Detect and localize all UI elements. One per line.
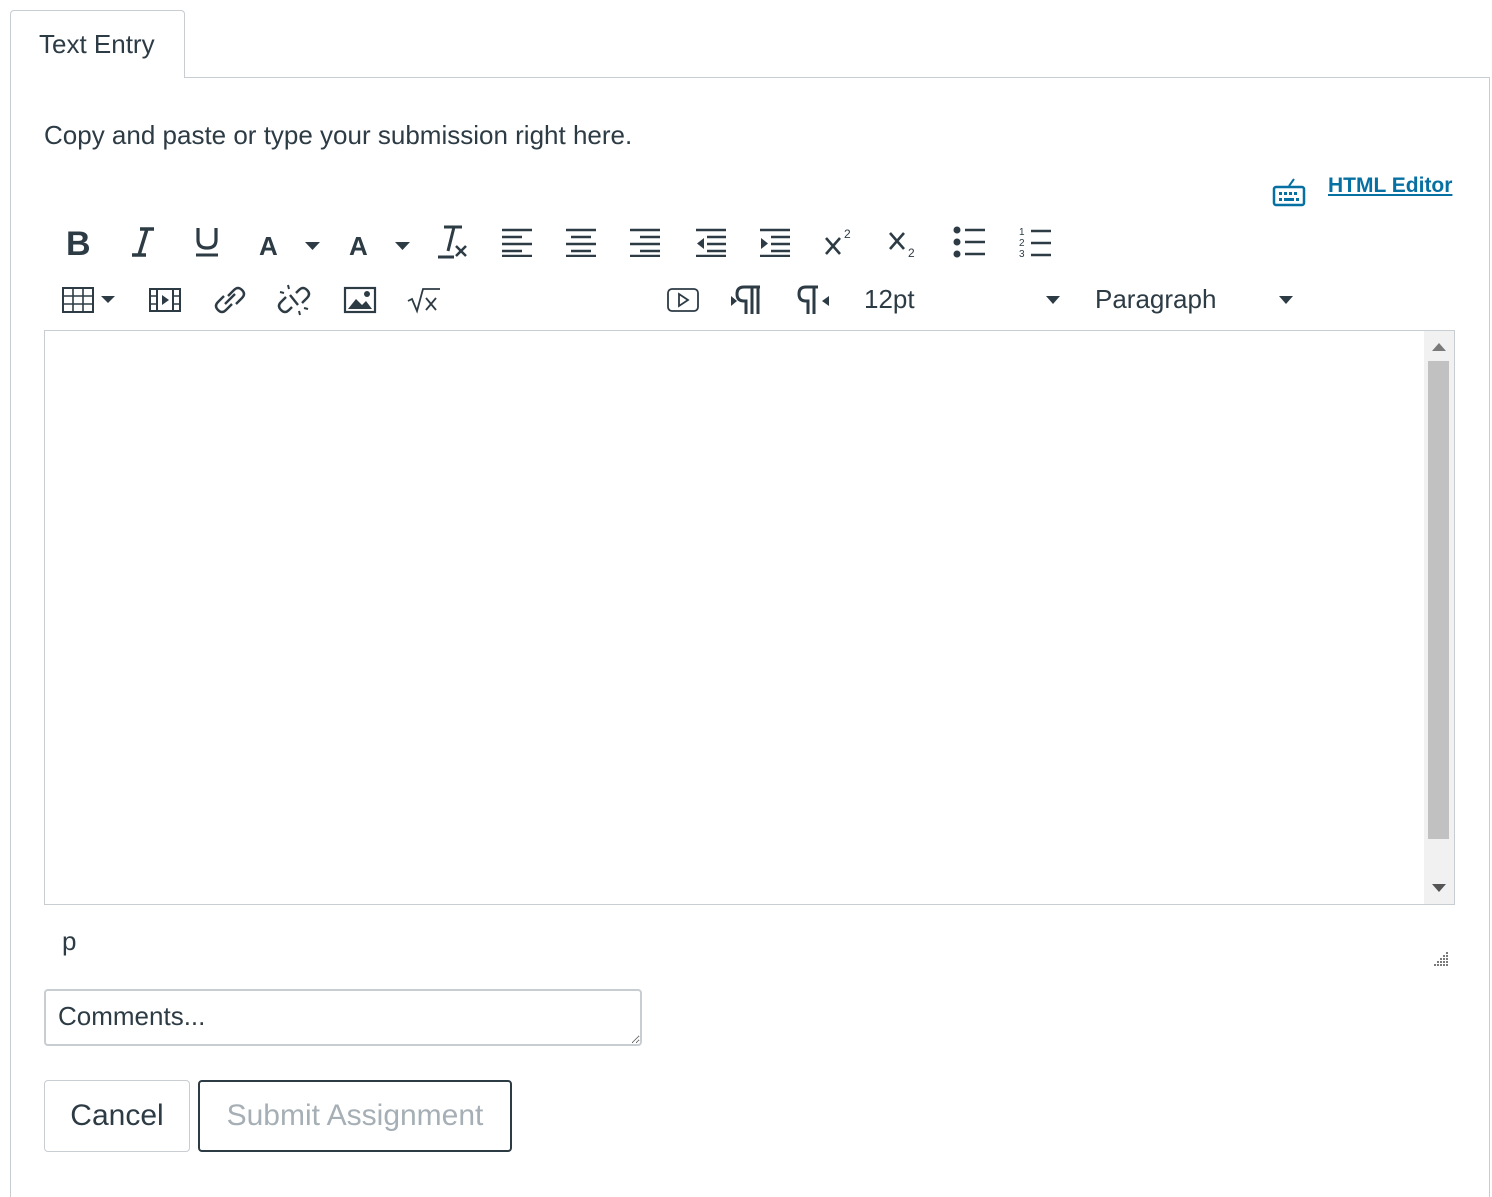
svg-text:2: 2 — [908, 246, 915, 259]
link-icon[interactable] — [210, 282, 250, 318]
element-path[interactable]: p — [62, 926, 76, 957]
bullet-list-icon[interactable] — [950, 222, 988, 262]
svg-text:1: 1 — [1019, 227, 1025, 238]
unlink-icon[interactable] — [274, 282, 314, 318]
block-format-chevron-icon[interactable] — [1279, 296, 1293, 304]
ltr-icon[interactable] — [728, 282, 766, 318]
html-editor-link[interactable]: HTML Editor — [1328, 174, 1452, 198]
align-left-icon[interactable] — [498, 222, 536, 262]
scroll-down-icon[interactable] — [1432, 884, 1446, 892]
background-color-icon[interactable]: A — [342, 222, 414, 262]
text-color-icon[interactable]: A — [252, 222, 324, 262]
comments-input[interactable] — [44, 989, 642, 1046]
media-icon[interactable] — [146, 282, 184, 318]
image-icon[interactable] — [340, 282, 380, 318]
block-format-select[interactable]: Paragraph — [1095, 284, 1216, 315]
rtl-icon[interactable] — [794, 282, 832, 318]
bold-icon[interactable]: B — [58, 222, 96, 262]
underline-icon[interactable] — [188, 222, 226, 262]
font-size-chevron-icon[interactable] — [1046, 296, 1060, 304]
submit-assignment-button[interactable]: Submit Assignment — [198, 1080, 512, 1152]
keyboard-icon[interactable] — [1272, 178, 1308, 213]
outdent-icon[interactable] — [692, 222, 730, 262]
font-size-select[interactable]: 12pt — [864, 284, 915, 315]
align-center-icon[interactable] — [562, 222, 600, 262]
align-right-icon[interactable] — [626, 222, 664, 262]
scroll-up-icon[interactable] — [1432, 343, 1446, 351]
editor-scrollbar[interactable] — [1424, 331, 1454, 904]
cancel-button[interactable]: Cancel — [44, 1080, 190, 1152]
clear-formatting-icon[interactable] — [434, 222, 472, 262]
embed-icon[interactable] — [664, 282, 702, 318]
tab-text-entry[interactable]: Text Entry — [10, 10, 185, 78]
resize-handle-icon[interactable] — [1432, 950, 1450, 973]
svg-text:2: 2 — [844, 227, 851, 241]
svg-text:2: 2 — [1019, 238, 1025, 249]
instructions-text: Copy and paste or type your submission r… — [44, 120, 633, 150]
italic-icon[interactable] — [124, 222, 162, 262]
tab-label: Text Entry — [39, 29, 155, 59]
scroll-thumb[interactable] — [1428, 361, 1449, 839]
subscript-icon[interactable]: 2 — [884, 222, 922, 262]
svg-text:B: B — [66, 227, 89, 257]
table-icon[interactable] — [58, 282, 120, 318]
svg-text:A: A — [259, 231, 278, 257]
svg-text:3: 3 — [1019, 249, 1025, 259]
superscript-icon[interactable]: 2 — [820, 222, 858, 262]
svg-text:A: A — [349, 231, 368, 257]
math-icon[interactable] — [404, 282, 444, 318]
numbered-list-icon[interactable]: 123 — [1016, 222, 1054, 262]
rich-text-editor[interactable] — [44, 330, 1455, 905]
indent-icon[interactable] — [756, 222, 794, 262]
